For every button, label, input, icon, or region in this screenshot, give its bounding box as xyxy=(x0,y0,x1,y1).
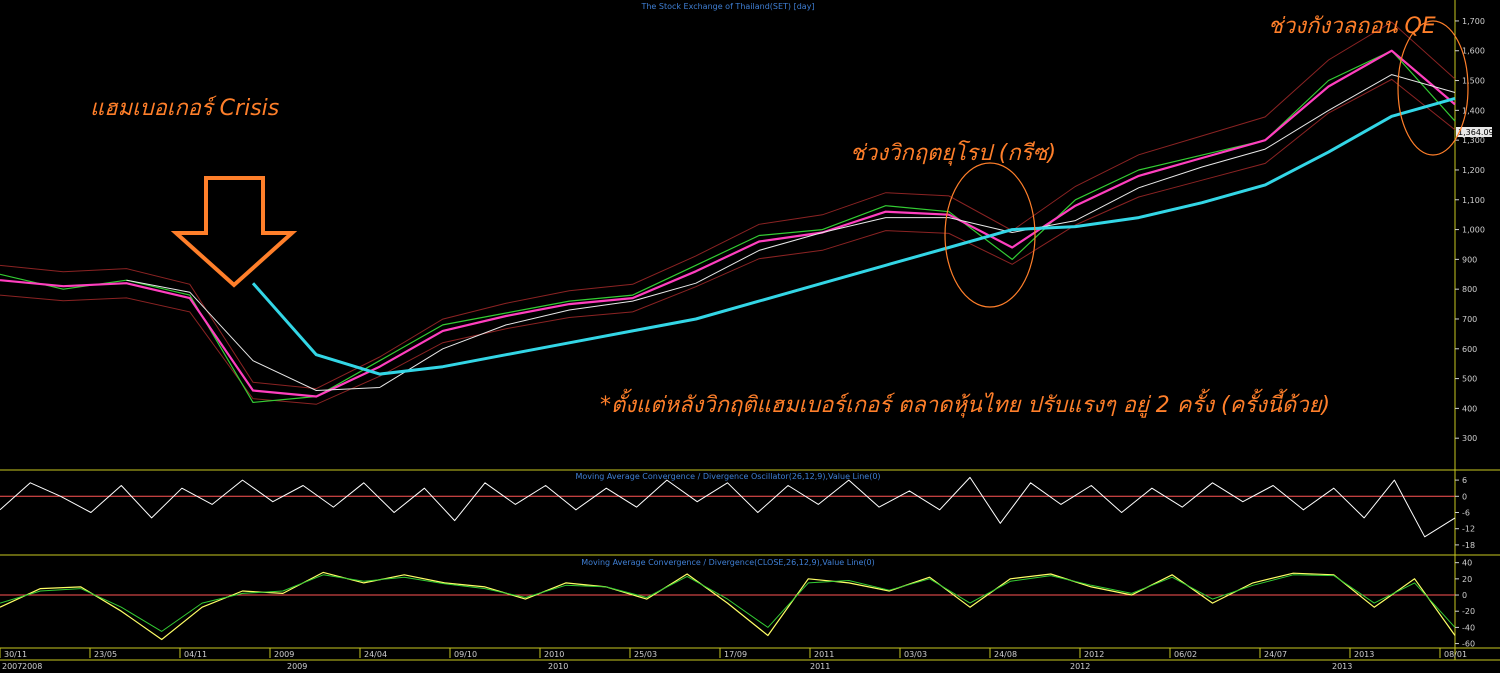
macd-line xyxy=(0,571,1456,641)
y-tick-label: -6 xyxy=(1462,509,1470,518)
sma-long-line xyxy=(251,96,1456,376)
x-tick-label: 08/01 xyxy=(1444,650,1467,659)
annotation-qe: ช่วงกังวลถอน QE xyxy=(1268,14,1436,39)
year-label: 2012 xyxy=(1070,662,1090,671)
y-tick-label: 400 xyxy=(1462,404,1477,413)
y-tick-label: 1,000 xyxy=(1462,226,1485,235)
x-tick-label: 24/08 xyxy=(994,650,1017,659)
y-tick-label: -20 xyxy=(1462,607,1475,616)
year-label: 2013 xyxy=(1332,662,1352,671)
macd-title: Moving Average Convergence / Divergence(… xyxy=(581,558,875,567)
x-tick-label: 09/10 xyxy=(454,650,477,659)
y-tick-label: 1,100 xyxy=(1462,196,1485,205)
y-tick-label: -40 xyxy=(1462,623,1475,632)
annotation-note: *ตั้งแต่หลังวิกฤติแฮมเบอร์เกอร์ ตลาดหุ้น… xyxy=(600,388,1330,418)
y-tick-label: 500 xyxy=(1462,375,1477,384)
x-tick-label: 2013 xyxy=(1354,650,1374,659)
y-tick-label: -60 xyxy=(1462,640,1475,649)
y-tick-label: 600 xyxy=(1462,345,1477,354)
y-tick-label: 900 xyxy=(1462,255,1477,264)
y-tick-label: 1,300 xyxy=(1462,136,1485,145)
y-tick-label: 800 xyxy=(1462,285,1477,294)
x-tick-label: 04/11 xyxy=(184,650,207,659)
oscillator-line xyxy=(0,476,1456,538)
x-tick-label: 2010 xyxy=(544,650,564,659)
x-tick-label: 2011 xyxy=(814,650,834,659)
x-tick-label: 30/11 xyxy=(4,650,27,659)
y-tick-label: 300 xyxy=(1462,434,1477,443)
upper-envelope-line xyxy=(0,21,1456,390)
year-label: 2009 xyxy=(287,662,307,671)
y-tick-label: 40 xyxy=(1462,559,1472,568)
year-label: 2007 xyxy=(2,662,22,671)
last-value-label: 1,364.09 xyxy=(1458,128,1494,137)
y-tick-label: 1,700 xyxy=(1462,17,1485,26)
x-tick-label: 17/09 xyxy=(724,650,747,659)
x-tick-label: 2009 xyxy=(274,650,294,659)
x-tick-label: 24/04 xyxy=(364,650,387,659)
y-tick-label: 20 xyxy=(1462,575,1472,584)
x-tick-label: 2012 xyxy=(1084,650,1104,659)
x-tick-label: 25/03 xyxy=(634,650,657,659)
year-label: 2008 xyxy=(22,662,42,671)
macd-oscillator-title: Moving Average Convergence / Divergence … xyxy=(575,472,880,481)
y-tick-label: 1,500 xyxy=(1462,77,1485,86)
y-tick-label: 0 xyxy=(1462,591,1467,600)
x-tick-label: 24/07 xyxy=(1264,650,1287,659)
x-tick-label: 06/02 xyxy=(1174,650,1197,659)
year-label: 2011 xyxy=(810,662,830,671)
down-arrow-icon xyxy=(170,176,298,288)
y-tick-label: 6 xyxy=(1462,476,1467,485)
y-tick-label: -12 xyxy=(1462,525,1475,534)
lower-envelope-line xyxy=(0,78,1456,405)
annotation-hamburger: แฮมเบอเกอร์ Crisis xyxy=(90,95,279,121)
y-tick-label: -18 xyxy=(1462,541,1475,550)
chart-title: The Stock Exchange of Thailand(SET) [day… xyxy=(640,2,814,11)
y-tick-label: 1,600 xyxy=(1462,47,1485,56)
y-tick-label: 1,200 xyxy=(1462,166,1485,175)
annotation-euro: ช่วงวิกฤตยุโรป (กรีซ) xyxy=(850,140,1056,166)
y-tick-label: 0 xyxy=(1462,492,1467,501)
x-tick-label: 23/05 xyxy=(94,650,117,659)
stock-chart: The Stock Exchange of Thailand(SET) [day… xyxy=(0,0,1500,671)
year-label: 2010 xyxy=(548,662,568,671)
x-tick-label: 03/03 xyxy=(904,650,927,659)
y-tick-label: 700 xyxy=(1462,315,1477,324)
qe-ellipse xyxy=(1397,20,1469,156)
